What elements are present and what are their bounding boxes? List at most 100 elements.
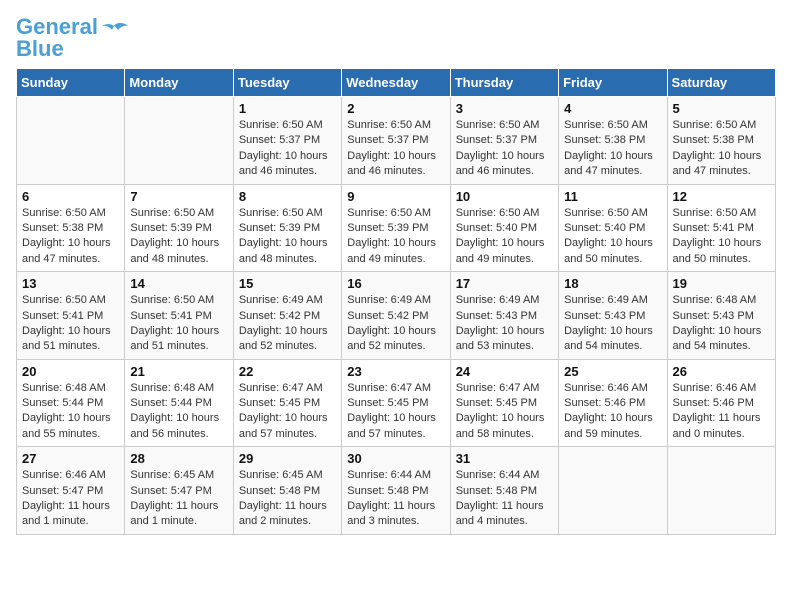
day-details: Sunrise: 6:48 AM Sunset: 5:43 PM Dayligh… — [673, 293, 770, 355]
day-number: 8 — [239, 189, 336, 204]
day-details: Sunrise: 6:48 AM Sunset: 5:44 PM Dayligh… — [130, 381, 227, 443]
day-details: Sunrise: 6:44 AM Sunset: 5:48 PM Dayligh… — [347, 468, 444, 530]
day-details: Sunrise: 6:50 AM Sunset: 5:39 PM Dayligh… — [347, 206, 444, 268]
day-number: 29 — [239, 451, 336, 466]
calendar-cell: 6Sunrise: 6:50 AM Sunset: 5:38 PM Daylig… — [17, 184, 125, 272]
calendar-cell: 5 Sunrise: 6:50 AM Sunset: 5:38 PM Daylig… — [667, 97, 775, 185]
day-details: Sunrise: 6:47 AM Sunset: 5:45 PM Dayligh… — [347, 381, 444, 443]
calendar-cell: 14Sunrise: 6:50 AM Sunset: 5:41 PM Dayli… — [125, 272, 233, 360]
weekday-header-tuesday: Tuesday — [233, 69, 341, 97]
calendar-cell: 20Sunrise: 6:48 AM Sunset: 5:44 PM Dayli… — [17, 359, 125, 447]
day-number: 19 — [673, 276, 770, 291]
day-details: Sunrise: 6:47 AM Sunset: 5:45 PM Dayligh… — [456, 381, 553, 443]
weekday-header-saturday: Saturday — [667, 69, 775, 97]
day-number: 15 — [239, 276, 336, 291]
day-details: Sunrise: 6:44 AM Sunset: 5:48 PM Dayligh… — [456, 468, 553, 530]
logo-bird-icon — [100, 22, 128, 44]
weekday-header-thursday: Thursday — [450, 69, 558, 97]
logo-text: General Blue — [16, 16, 98, 60]
calendar-cell: 29Sunrise: 6:45 AM Sunset: 5:48 PM Dayli… — [233, 447, 341, 535]
calendar-week-row: 1 Sunrise: 6:50 AM Sunset: 5:37 PM Daylig… — [17, 97, 776, 185]
day-details: Sunrise: 6:49 AM Sunset: 5:43 PM Dayligh… — [564, 293, 661, 355]
day-details: Sunrise: 6:50 AM Sunset: 5:38 PM Dayligh… — [22, 206, 119, 268]
day-number: 28 — [130, 451, 227, 466]
day-details: Sunrise: 6:46 AM Sunset: 5:47 PM Dayligh… — [22, 468, 119, 530]
day-details: Sunrise: 6:49 AM Sunset: 5:42 PM Dayligh… — [239, 293, 336, 355]
logo: General Blue — [16, 16, 128, 60]
calendar-cell: 24 Sunrise: 6:47 AM Sunset: 5:45 PM Dayli… — [450, 359, 558, 447]
calendar-cell: 12Sunrise: 6:50 AM Sunset: 5:41 PM Dayli… — [667, 184, 775, 272]
calendar-cell: 25Sunrise: 6:46 AM Sunset: 5:46 PM Dayli… — [559, 359, 667, 447]
calendar-cell: 15 Sunrise: 6:49 AM Sunset: 5:42 PM Dayli… — [233, 272, 341, 360]
calendar-cell: 9 Sunrise: 6:50 AM Sunset: 5:39 PM Daylig… — [342, 184, 450, 272]
calendar-table: SundayMondayTuesdayWednesdayThursdayFrid… — [16, 68, 776, 535]
page-header: General Blue — [16, 16, 776, 60]
day-number: 4 — [564, 101, 661, 116]
calendar-cell: 11 Sunrise: 6:50 AM Sunset: 5:40 PM Dayli… — [559, 184, 667, 272]
weekday-header-sunday: Sunday — [17, 69, 125, 97]
day-details: Sunrise: 6:50 AM Sunset: 5:40 PM Dayligh… — [456, 206, 553, 268]
day-number: 10 — [456, 189, 553, 204]
day-number: 9 — [347, 189, 444, 204]
day-number: 26 — [673, 364, 770, 379]
calendar-cell: 21 Sunrise: 6:48 AM Sunset: 5:44 PM Dayli… — [125, 359, 233, 447]
calendar-cell: 27 Sunrise: 6:46 AM Sunset: 5:47 PM Dayli… — [17, 447, 125, 535]
calendar-cell — [125, 97, 233, 185]
calendar-cell: 10 Sunrise: 6:50 AM Sunset: 5:40 PM Dayli… — [450, 184, 558, 272]
calendar-cell: 13 Sunrise: 6:50 AM Sunset: 5:41 PM Dayli… — [17, 272, 125, 360]
calendar-cell — [17, 97, 125, 185]
day-details: Sunrise: 6:50 AM Sunset: 5:38 PM Dayligh… — [564, 118, 661, 180]
day-details: Sunrise: 6:49 AM Sunset: 5:42 PM Dayligh… — [347, 293, 444, 355]
calendar-cell: 28 Sunrise: 6:45 AM Sunset: 5:47 PM Dayli… — [125, 447, 233, 535]
day-details: Sunrise: 6:50 AM Sunset: 5:38 PM Dayligh… — [673, 118, 770, 180]
calendar-cell: 31 Sunrise: 6:44 AM Sunset: 5:48 PM Dayli… — [450, 447, 558, 535]
day-details: Sunrise: 6:50 AM Sunset: 5:41 PM Dayligh… — [22, 293, 119, 355]
day-number: 16 — [347, 276, 444, 291]
day-details: Sunrise: 6:50 AM Sunset: 5:37 PM Dayligh… — [239, 118, 336, 180]
day-number: 1 — [239, 101, 336, 116]
day-details: Sunrise: 6:50 AM Sunset: 5:39 PM Dayligh… — [130, 206, 227, 268]
calendar-cell: 17 Sunrise: 6:49 AM Sunset: 5:43 PM Dayli… — [450, 272, 558, 360]
day-number: 21 — [130, 364, 227, 379]
calendar-week-row: 20Sunrise: 6:48 AM Sunset: 5:44 PM Dayli… — [17, 359, 776, 447]
day-number: 18 — [564, 276, 661, 291]
day-number: 5 — [673, 101, 770, 116]
day-number: 30 — [347, 451, 444, 466]
day-details: Sunrise: 6:50 AM Sunset: 5:39 PM Dayligh… — [239, 206, 336, 268]
weekday-header-row: SundayMondayTuesdayWednesdayThursdayFrid… — [17, 69, 776, 97]
day-details: Sunrise: 6:50 AM Sunset: 5:41 PM Dayligh… — [673, 206, 770, 268]
day-number: 13 — [22, 276, 119, 291]
day-number: 17 — [456, 276, 553, 291]
day-number: 7 — [130, 189, 227, 204]
day-details: Sunrise: 6:45 AM Sunset: 5:47 PM Dayligh… — [130, 468, 227, 530]
calendar-cell: 18 Sunrise: 6:49 AM Sunset: 5:43 PM Dayli… — [559, 272, 667, 360]
calendar-cell: 7 Sunrise: 6:50 AM Sunset: 5:39 PM Daylig… — [125, 184, 233, 272]
day-number: 27 — [22, 451, 119, 466]
calendar-week-row: 6Sunrise: 6:50 AM Sunset: 5:38 PM Daylig… — [17, 184, 776, 272]
calendar-cell: 16 Sunrise: 6:49 AM Sunset: 5:42 PM Dayli… — [342, 272, 450, 360]
day-number: 14 — [130, 276, 227, 291]
calendar-cell: 4 Sunrise: 6:50 AM Sunset: 5:38 PM Daylig… — [559, 97, 667, 185]
day-details: Sunrise: 6:50 AM Sunset: 5:37 PM Dayligh… — [347, 118, 444, 180]
day-details: Sunrise: 6:47 AM Sunset: 5:45 PM Dayligh… — [239, 381, 336, 443]
weekday-header-friday: Friday — [559, 69, 667, 97]
day-details: Sunrise: 6:50 AM Sunset: 5:40 PM Dayligh… — [564, 206, 661, 268]
calendar-week-row: 27 Sunrise: 6:46 AM Sunset: 5:47 PM Dayli… — [17, 447, 776, 535]
calendar-cell — [559, 447, 667, 535]
weekday-header-monday: Monday — [125, 69, 233, 97]
weekday-header-wednesday: Wednesday — [342, 69, 450, 97]
day-details: Sunrise: 6:48 AM Sunset: 5:44 PM Dayligh… — [22, 381, 119, 443]
calendar-cell: 2Sunrise: 6:50 AM Sunset: 5:37 PM Daylig… — [342, 97, 450, 185]
day-number: 11 — [564, 189, 661, 204]
day-number: 24 — [456, 364, 553, 379]
calendar-cell — [667, 447, 775, 535]
day-details: Sunrise: 6:49 AM Sunset: 5:43 PM Dayligh… — [456, 293, 553, 355]
day-details: Sunrise: 6:50 AM Sunset: 5:37 PM Dayligh… — [456, 118, 553, 180]
day-number: 31 — [456, 451, 553, 466]
calendar-cell: 19 Sunrise: 6:48 AM Sunset: 5:43 PM Dayli… — [667, 272, 775, 360]
calendar-week-row: 13 Sunrise: 6:50 AM Sunset: 5:41 PM Dayli… — [17, 272, 776, 360]
calendar-cell: 3Sunrise: 6:50 AM Sunset: 5:37 PM Daylig… — [450, 97, 558, 185]
calendar-cell: 30 Sunrise: 6:44 AM Sunset: 5:48 PM Dayli… — [342, 447, 450, 535]
day-number: 22 — [239, 364, 336, 379]
calendar-cell: 8 Sunrise: 6:50 AM Sunset: 5:39 PM Daylig… — [233, 184, 341, 272]
